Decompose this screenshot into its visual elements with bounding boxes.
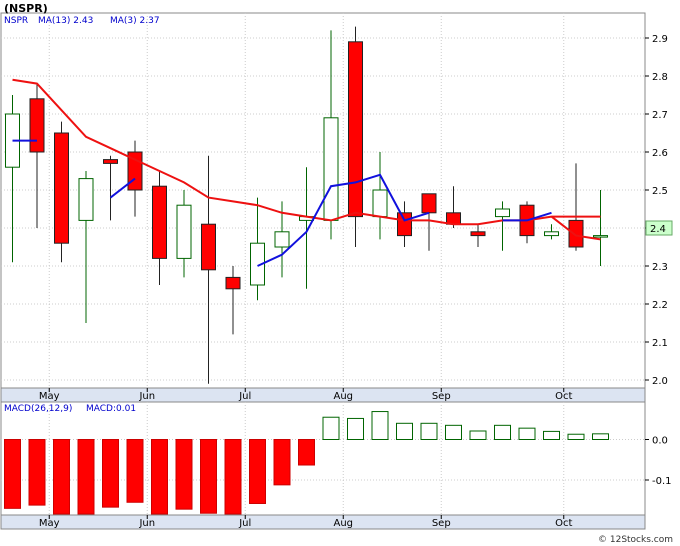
macd-bar xyxy=(224,439,242,515)
month-label: Jul xyxy=(238,391,251,402)
macd-bar xyxy=(102,439,119,508)
macd-bar xyxy=(4,439,21,509)
macd-bar xyxy=(518,427,536,441)
month-label: Jun xyxy=(138,391,155,402)
month-label: May xyxy=(39,518,60,529)
macd-bar xyxy=(592,433,609,440)
price-tick-label: 2.7 xyxy=(652,110,668,121)
candle-body xyxy=(323,117,339,221)
candle-body xyxy=(544,231,559,237)
macd-bar xyxy=(396,422,413,440)
legend-macd-params: MACD(26,12,9) xyxy=(4,404,72,414)
candle-body xyxy=(593,235,608,238)
candle-body xyxy=(176,204,192,259)
candle-body xyxy=(470,231,486,237)
candle-body xyxy=(348,41,363,218)
macd-bar xyxy=(371,411,389,440)
macd-tick-label: -0.1 xyxy=(652,476,672,487)
month-label: Oct xyxy=(555,518,572,529)
month-label: Sep xyxy=(432,518,451,529)
legend-ticker: NSPR xyxy=(4,16,28,26)
legend-ma13: MA(13) 2.43 xyxy=(38,16,93,26)
macd-tick-label: 0.0 xyxy=(652,436,668,447)
price-tick-label: 2.8 xyxy=(652,72,668,83)
candle-body xyxy=(372,189,388,218)
legend-macd-value: MACD:0.01 xyxy=(86,404,136,414)
candle-body xyxy=(201,223,216,271)
macd-bar xyxy=(28,439,46,506)
candle-body xyxy=(103,159,118,164)
macd-bar xyxy=(322,416,340,441)
last-price-tag: 2.4 xyxy=(645,220,673,236)
macd-bar xyxy=(469,430,487,440)
candle-body xyxy=(225,276,241,290)
price-tick-label: 2.5 xyxy=(652,186,668,197)
price-tick-label: 2.6 xyxy=(652,148,668,159)
candle-body xyxy=(495,208,510,218)
candle-body xyxy=(421,193,437,214)
macd-bar xyxy=(494,424,511,441)
macd-bar xyxy=(273,439,291,486)
candle-body xyxy=(568,219,584,248)
macd-bar xyxy=(420,422,438,440)
month-label: Sep xyxy=(432,391,451,402)
month-axis-lower: May Jun Jul Aug Sep Oct xyxy=(0,514,646,530)
macd-bar xyxy=(567,433,585,440)
macd-bar xyxy=(543,430,560,440)
price-tick-label: 2.9 xyxy=(652,34,668,45)
price-tick-label: 2.2 xyxy=(652,300,668,311)
macd-bar xyxy=(151,439,168,515)
candle-body xyxy=(152,185,167,259)
candle-body xyxy=(397,212,412,237)
candle-body xyxy=(78,178,94,221)
price-panel: 2.02.12.22.32.42.52.62.72.82.9 2.4 xyxy=(0,12,673,389)
footer-credit: © 12Stocks.com xyxy=(598,535,673,545)
month-label: May xyxy=(39,391,60,402)
legend-ma3: MA(3) 2.37 xyxy=(110,16,160,26)
month-label: Aug xyxy=(333,391,353,402)
month-axis-upper: May Jun Jul Aug Sep Oct xyxy=(0,387,646,403)
macd-bar xyxy=(298,439,315,466)
candle-body xyxy=(29,98,45,153)
month-label: Aug xyxy=(333,518,353,529)
price-tick-label: 2.3 xyxy=(652,262,668,273)
candle-body xyxy=(54,132,69,244)
macd-bar xyxy=(175,439,193,510)
macd-bar xyxy=(445,424,462,441)
macd-bar xyxy=(77,439,95,515)
macd-bar xyxy=(200,439,217,514)
macd-panel: -0.1 0.0 xyxy=(0,401,672,516)
candle-body xyxy=(274,231,290,248)
macd-bar xyxy=(53,439,70,515)
price-tick-label: 2.0 xyxy=(652,376,668,387)
macd-bar xyxy=(347,417,364,441)
month-label: Jun xyxy=(138,518,155,529)
price-tick-label: 2.1 xyxy=(652,338,668,349)
macd-bar xyxy=(126,439,144,503)
stock-chart: 2.02.12.22.32.42.52.62.72.82.9 2.4 MayJu… xyxy=(0,0,680,546)
chart-title: (NSPR) xyxy=(4,2,48,15)
month-label: Oct xyxy=(555,391,572,402)
macd-bar xyxy=(249,439,266,504)
last-price-label: 2.4 xyxy=(650,224,666,235)
month-label: Jul xyxy=(238,518,251,529)
